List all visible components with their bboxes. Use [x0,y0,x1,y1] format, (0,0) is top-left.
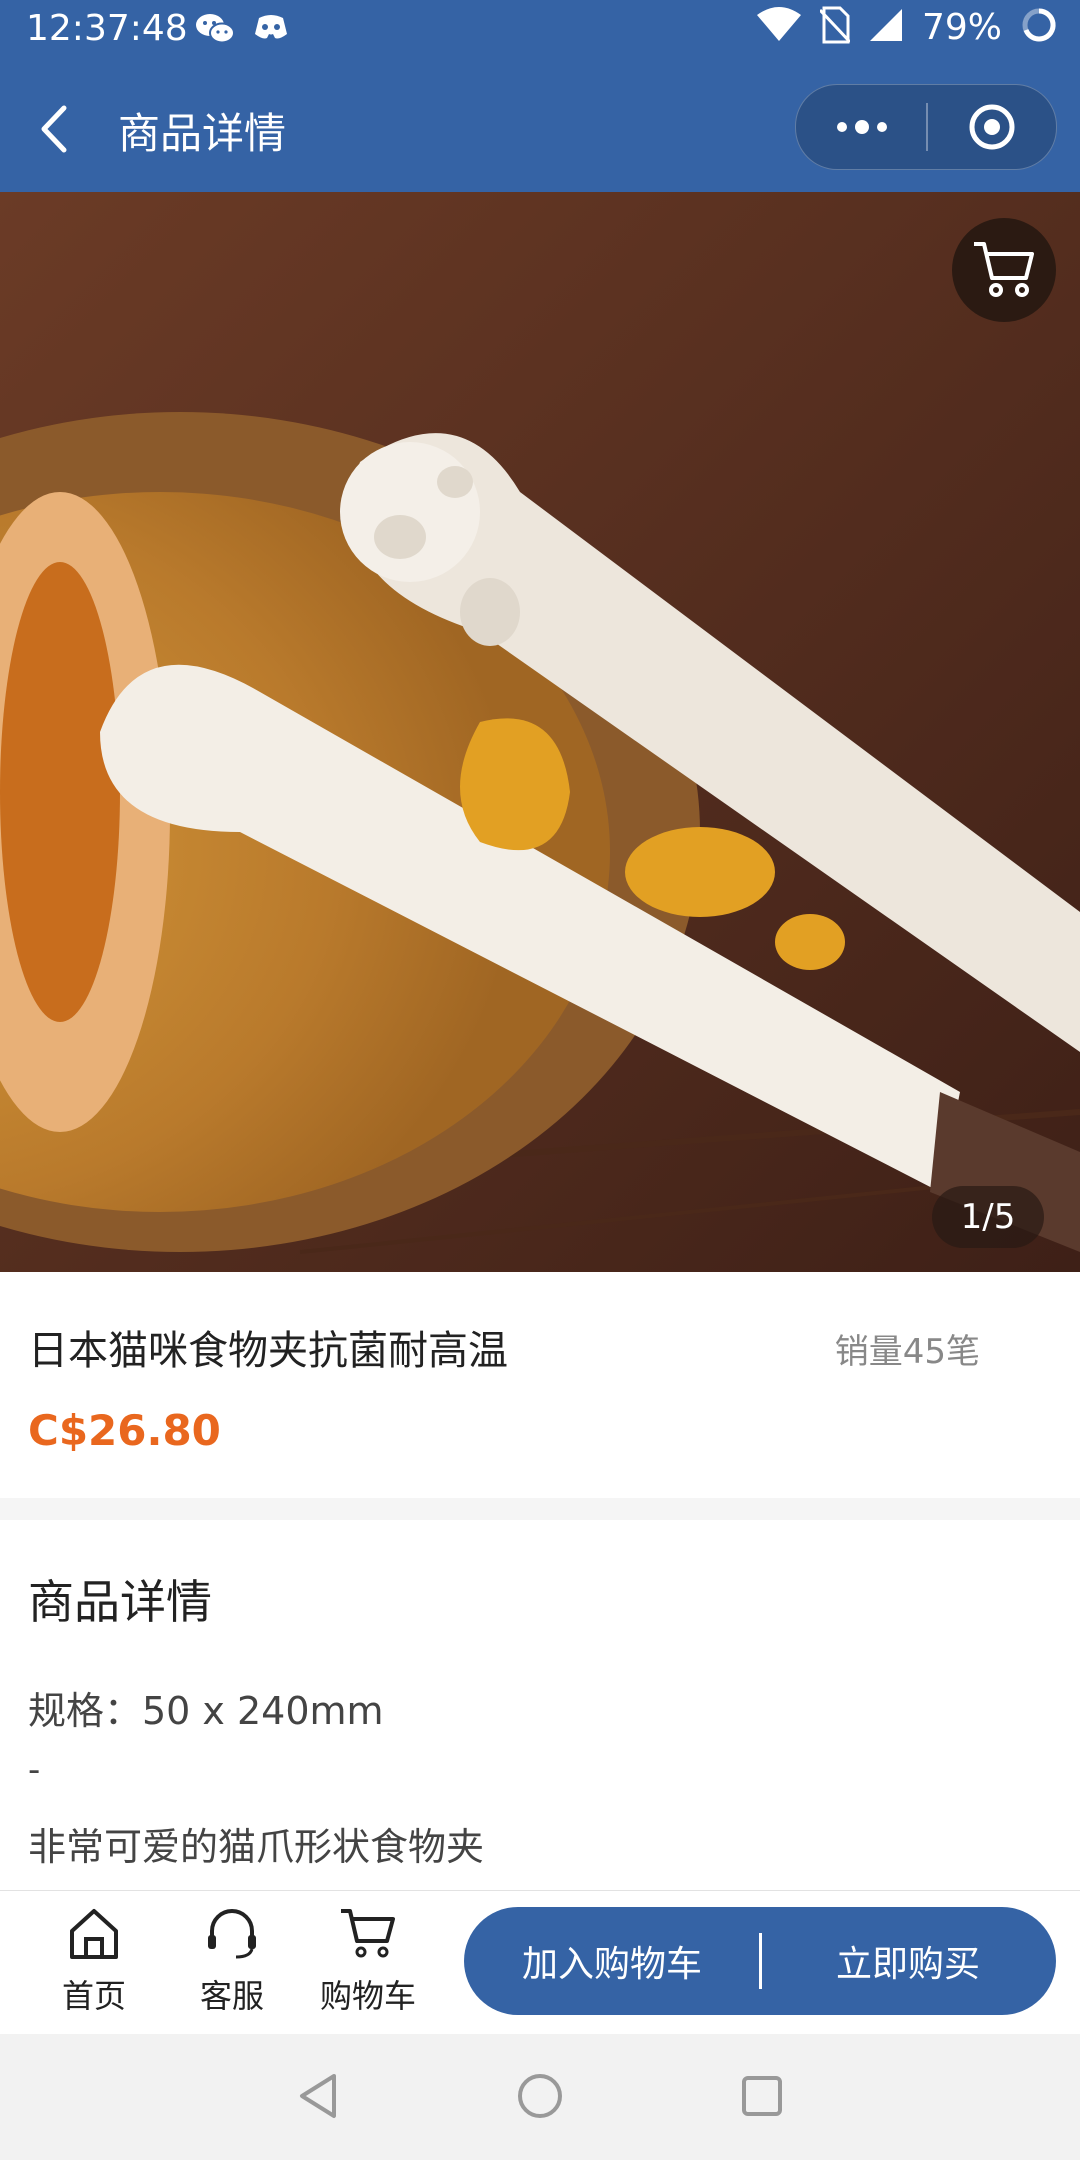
service-label: 客服 [199,1977,264,2015]
more-dots-icon[interactable] [834,111,890,147]
system-recents-icon[interactable] [740,2074,784,2122]
home-icon [66,1909,122,1965]
battery-percent: 79% [921,6,1002,48]
loading-ring-icon [1020,6,1058,48]
purchase-buttons: 加入购物车 立即购买 [464,1907,1056,2015]
buy-now-button[interactable]: 立即购买 [760,1907,1056,2015]
page-title: 商品详情 [118,109,287,158]
target-icon[interactable] [968,103,1016,155]
cart-label: 购物车 [319,1977,416,2015]
status-time: 12:37:48 [26,8,188,49]
status-right-icons: 79% [756,6,1058,48]
headset-icon [204,1909,260,1965]
home-tab[interactable]: 首页 [34,1905,154,2017]
add-to-cart-button[interactable]: 加入购物车 [464,1907,760,2015]
product-details: 商品详情 规格：50 x 240mm - 非常可爱的猫爪形状食物夹 [0,1520,1080,1890]
wifi-icon [756,7,802,47]
system-back-icon[interactable] [296,2072,340,2124]
product-photo [0,192,1080,1272]
cart-icon [972,238,1036,302]
image-pager: 1/5 [932,1186,1044,1248]
spec-text: 规格：50 x 240mm [28,1689,384,1733]
status-notification-icons [195,12,289,50]
status-bar: 12:37:48 79% [0,0,1080,62]
service-tab[interactable]: 客服 [172,1905,292,2017]
discord-icon [253,12,289,50]
product-image-gallery[interactable]: 1/5 [0,192,1080,1272]
chevron-left-icon[interactable] [36,102,72,160]
bottom-action-bar: 首页 客服 购物车 加入购物车 立即购买 [0,1890,1080,2035]
nav-bar: 商品详情 [0,62,1080,192]
description-text: 非常可爱的猫爪形状食物夹 [28,1825,485,1869]
mini-program-capsule [795,84,1057,170]
system-nav-bar [0,2034,1080,2160]
signal-icon [868,7,904,47]
wechat-icon [195,12,235,50]
product-info: 日本猫咪食物夹抗菌耐高温 销量45笔 C$26.80 [0,1272,1080,1498]
details-title: 商品详情 [28,1575,212,1629]
no-sim-icon [818,6,852,48]
system-home-icon[interactable] [516,2072,564,2124]
home-label: 首页 [61,1977,126,2015]
capsule-divider [926,103,928,151]
cart-icon [339,1909,397,1965]
product-price: C$26.80 [28,1406,221,1455]
cart-tab[interactable]: 购物车 [308,1905,428,2017]
sales-count: 销量45笔 [834,1332,980,1372]
floating-cart-button[interactable] [952,218,1056,322]
product-title: 日本猫咪食物夹抗菌耐高温 [28,1328,508,1374]
separator-text: - [28,1750,41,1790]
